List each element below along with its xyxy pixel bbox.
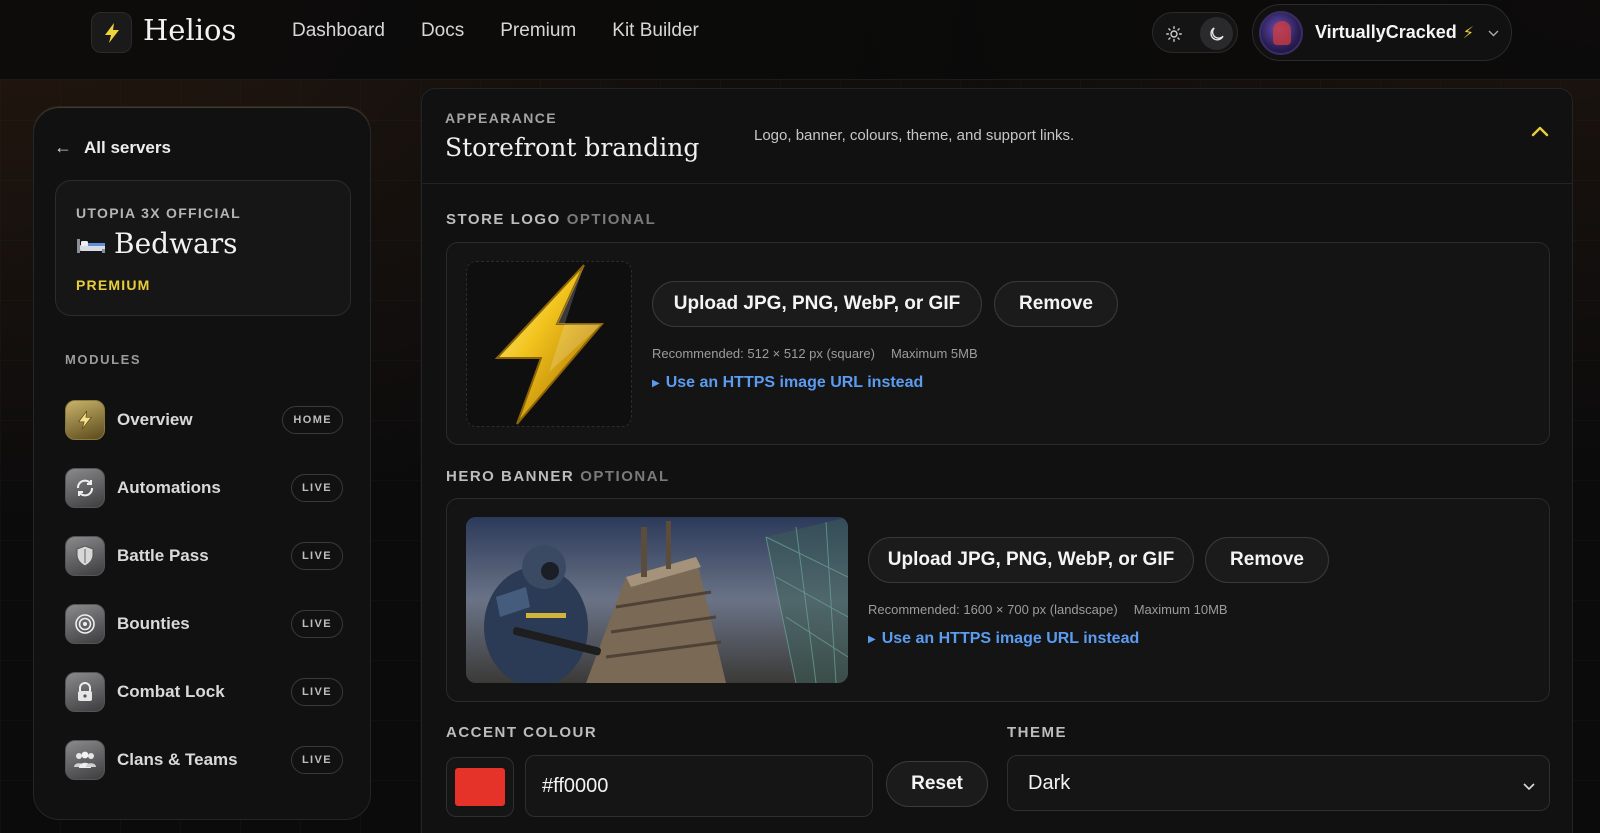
store-logo-label: STORE LOGO xyxy=(446,211,561,228)
optional-label: OPTIONAL xyxy=(580,468,670,485)
section-eyebrow: APPEARANCE xyxy=(445,110,558,126)
sidebar-item-combat-lock[interactable]: Combat Lock LIVE xyxy=(65,658,343,726)
all-servers-label: All servers xyxy=(84,137,171,157)
top-navbar: Helios Dashboard Docs Premium Kit Builde… xyxy=(0,0,1600,80)
page-title: Storefront branding xyxy=(445,133,700,162)
panel-description: Logo, banner, colours, theme, and suppor… xyxy=(754,127,1075,144)
store-logo-url-toggle[interactable]: ▶ Use an HTTPS image URL instead xyxy=(652,374,923,392)
target-icon xyxy=(65,604,105,644)
hero-banner-preview xyxy=(466,517,848,683)
sidebar-item-label: Automations xyxy=(117,478,221,497)
panel-header[interactable]: APPEARANCE Storefront branding Logo, ban… xyxy=(422,89,1572,184)
theme-toggle xyxy=(1152,12,1238,53)
collapse-button[interactable] xyxy=(1528,119,1552,143)
store-logo-preview xyxy=(466,261,632,427)
status-badge: LIVE xyxy=(290,746,343,774)
status-badge: LIVE xyxy=(290,678,343,706)
bolt-logo-image xyxy=(494,263,605,425)
shield-icon xyxy=(65,536,105,576)
accent-colour-swatch[interactable] xyxy=(446,757,514,817)
sidebar-item-clans-teams[interactable]: Clans & Teams LIVE xyxy=(65,726,343,794)
bed-icon xyxy=(77,238,105,253)
hero-banner-remove-button[interactable]: Remove xyxy=(1205,537,1329,583)
sidebar-item-bounties[interactable]: Bounties LIVE xyxy=(65,590,343,658)
user-menu-button[interactable]: VirtuallyCracked ⚡ xyxy=(1252,4,1512,61)
sidebar-item-label: Combat Lock xyxy=(117,682,225,701)
status-badge: HOME xyxy=(282,406,343,434)
bolt-icon xyxy=(104,22,119,43)
sidebar-item-label: Bounties xyxy=(117,614,190,633)
recommended-size: Recommended: 1600 × 700 px (landscape) xyxy=(868,602,1118,617)
url-link-label: Use an HTTPS image URL instead xyxy=(665,374,924,391)
banner-image xyxy=(466,517,848,683)
triangle-right-icon: ▶ xyxy=(652,377,660,389)
url-link-label: Use an HTTPS image URL instead xyxy=(881,630,1140,647)
recommended-size: Recommended: 512 × 512 px (square) xyxy=(652,346,875,361)
hero-banner-upload-button[interactable]: Upload JPG, PNG, WebP, or GIF xyxy=(868,537,1194,583)
server-name: Bedwars xyxy=(114,227,238,260)
theme-selected-value: Dark xyxy=(1028,771,1071,794)
nav-premium[interactable]: Premium xyxy=(500,20,576,42)
hero-banner-card: Upload JPG, PNG, WebP, or GIF Remove Rec… xyxy=(446,498,1550,702)
all-servers-link[interactable]: ← All servers xyxy=(54,137,171,158)
user-name: VirtuallyCracked xyxy=(1315,22,1457,42)
sidebar-item-automations[interactable]: Automations LIVE xyxy=(65,454,343,522)
nav-dashboard[interactable]: Dashboard xyxy=(292,20,385,42)
modules-heading: MODULES xyxy=(65,352,142,367)
avatar xyxy=(1259,10,1303,55)
module-list: Overview HOME Automations LIVE Battle Pa… xyxy=(65,386,343,794)
status-badge: LIVE xyxy=(290,474,343,502)
theme-label: THEME xyxy=(1007,724,1067,741)
moon-icon xyxy=(1209,26,1224,40)
accent-colour-input[interactable] xyxy=(525,755,873,817)
logo[interactable] xyxy=(91,12,132,53)
theme-select[interactable]: Dark xyxy=(1007,755,1550,811)
chevron-down-icon xyxy=(1488,25,1499,40)
server-name-row: Bedwars xyxy=(76,227,237,260)
hero-banner-hint: Recommended: 1600 × 700 px (landscape) Ma… xyxy=(868,602,1228,617)
sidebar-item-label: Battle Pass xyxy=(117,546,209,565)
max-size: Maximum 10MB xyxy=(1133,602,1228,617)
nav-kit-builder[interactable]: Kit Builder xyxy=(612,20,699,42)
storefront-branding-panel: APPEARANCE Storefront branding Logo, ban… xyxy=(421,88,1573,833)
store-logo-card: Upload JPG, PNG, WebP, or GIF Remove Rec… xyxy=(446,242,1550,445)
hero-banner-label: HERO BANNER xyxy=(446,468,575,485)
accent-reset-button[interactable]: Reset xyxy=(886,761,988,807)
arrow-left-icon: ← xyxy=(54,137,72,157)
chevron-down-icon xyxy=(1523,774,1535,797)
main-nav: Dashboard Docs Premium Kit Builder xyxy=(292,20,699,42)
store-logo-remove-button[interactable]: Remove xyxy=(994,281,1118,327)
sidebar-item-overview[interactable]: Overview HOME xyxy=(65,386,343,454)
store-logo-upload-button[interactable]: Upload JPG, PNG, WebP, or GIF xyxy=(652,281,982,327)
triangle-right-icon: ▶ xyxy=(868,633,876,645)
server-org: UTOPIA 3X OFFICIAL xyxy=(76,205,241,221)
server-card: UTOPIA 3X OFFICIAL Bedwars PREMIUM xyxy=(55,180,351,316)
people-icon xyxy=(65,740,105,780)
store-logo-heading: STORE LOGO OPTIONAL xyxy=(446,211,656,228)
premium-badge: PREMIUM xyxy=(76,277,151,293)
nav-docs[interactable]: Docs xyxy=(421,20,464,42)
colour-preview xyxy=(455,768,505,806)
max-size: Maximum 5MB xyxy=(890,346,978,361)
sidebar-item-battle-pass[interactable]: Battle Pass LIVE xyxy=(65,522,343,590)
premium-bolt-icon: ⚡ xyxy=(1462,24,1474,42)
optional-label: OPTIONAL xyxy=(566,211,657,228)
hero-banner-heading: HERO BANNER OPTIONAL xyxy=(446,468,670,485)
brand-name[interactable]: Helios xyxy=(143,13,236,47)
sun-icon xyxy=(1165,25,1182,42)
status-badge: LIVE xyxy=(290,610,343,638)
dark-mode-button[interactable] xyxy=(1200,17,1233,50)
chevron-up-icon xyxy=(1531,126,1549,136)
sidebar-item-label: Overview xyxy=(117,410,193,429)
bolt-icon xyxy=(65,400,105,440)
light-mode-button[interactable] xyxy=(1157,17,1190,50)
lock-icon xyxy=(65,672,105,712)
accent-colour-label: ACCENT COLOUR xyxy=(446,724,598,741)
sidebar: ← All servers UTOPIA 3X OFFICIAL Bedwars… xyxy=(33,106,371,820)
store-logo-hint: Recommended: 512 × 512 px (square) Maximu… xyxy=(652,346,978,361)
sidebar-item-label: Clans & Teams xyxy=(117,750,238,769)
hero-banner-url-toggle[interactable]: ▶ Use an HTTPS image URL instead xyxy=(868,630,1139,648)
status-badge: LIVE xyxy=(290,542,343,570)
refresh-icon xyxy=(65,468,105,508)
